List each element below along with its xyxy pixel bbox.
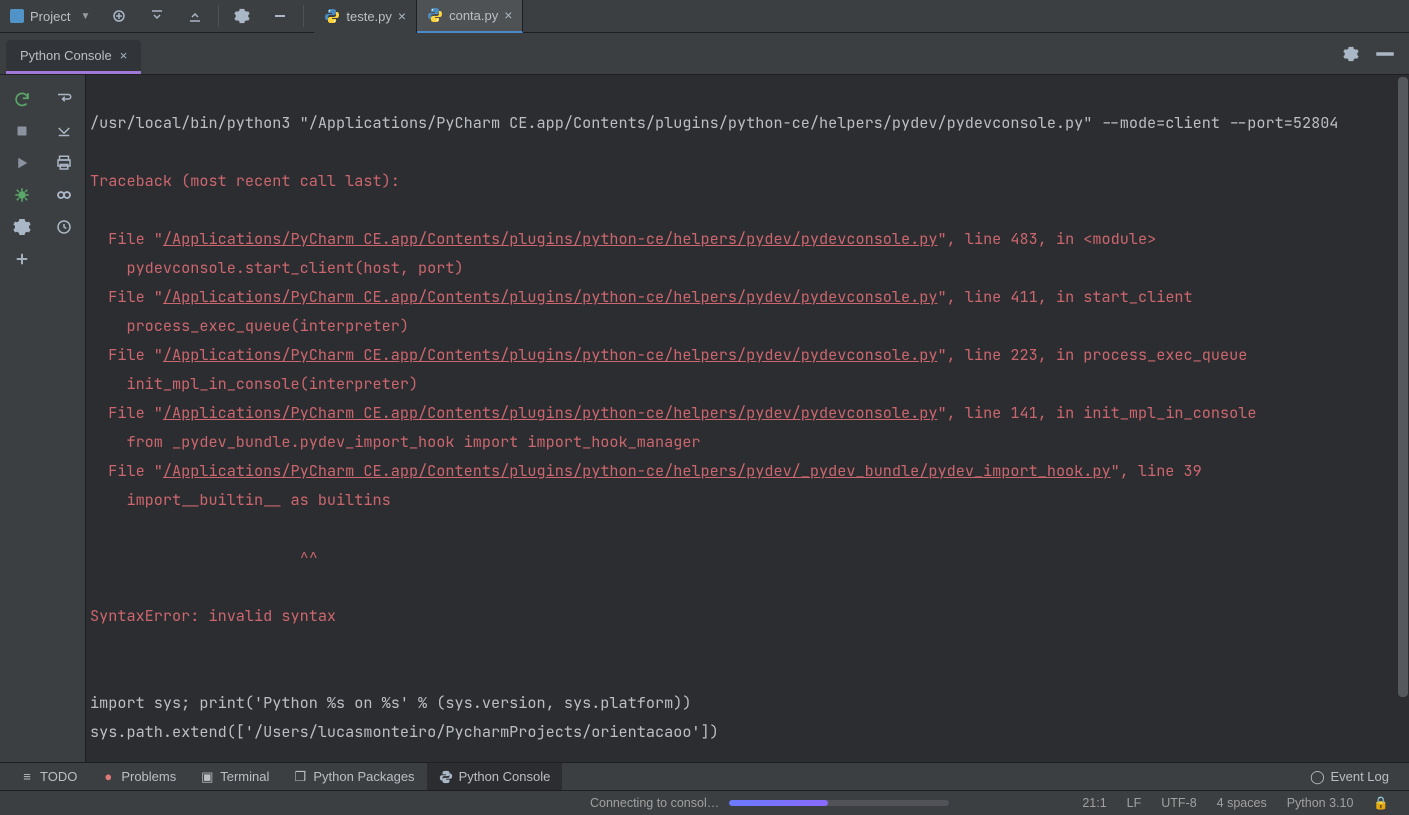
toolbar-icon-group [100, 0, 299, 33]
rerun-icon[interactable] [8, 85, 36, 113]
show-variables-icon[interactable] [50, 181, 78, 209]
tool-tab-python-console-bottom[interactable]: Python Console [427, 763, 563, 790]
tool-tab-problems[interactable]: ● Problems [89, 763, 188, 790]
traceback-file-link[interactable]: /Applications/PyCharm CE.app/Contents/pl… [163, 460, 1111, 481]
close-icon[interactable]: × [120, 48, 128, 63]
python-icon [439, 770, 453, 784]
editor-tab-label: conta.py [449, 8, 498, 23]
traceback-frame-file: File "/Applications/PyCharm CE.app/Conte… [90, 282, 1409, 311]
scroll-to-end-icon[interactable] [50, 117, 78, 145]
tool-tab-label: Python Console [459, 769, 551, 784]
status-bar: Connecting to consol… 21:1 LF UTF-8 4 sp… [0, 790, 1409, 815]
tool-tab-label: TODO [40, 769, 77, 784]
traceback-frame-code: from _pydev_bundle.pydev_import_hook imp… [90, 427, 1409, 456]
traceback-frame-file: File "/Applications/PyCharm CE.app/Conte… [90, 340, 1409, 369]
run-icon[interactable] [8, 149, 36, 177]
traceback-file-link[interactable]: /Applications/PyCharm CE.app/Contents/pl… [163, 228, 938, 249]
tool-tab-terminal[interactable]: ▣ Terminal [188, 763, 281, 790]
traceback-file-link[interactable]: /Applications/PyCharm CE.app/Contents/pl… [163, 402, 938, 423]
close-icon[interactable]: × [398, 9, 406, 23]
tool-tab-python-packages[interactable]: ❒ Python Packages [281, 763, 426, 790]
expand-down-icon[interactable] [138, 0, 176, 33]
traceback-frame-code: init_mpl_in_console(interpreter) [90, 369, 1409, 398]
chevron-down-icon: ▼ [80, 11, 90, 22]
editor-tab-label: teste.py [346, 9, 392, 24]
traceback-frame-code: pydevconsole.start_client(host, port) [90, 253, 1409, 282]
gear-icon[interactable] [223, 0, 261, 33]
python-file-icon [427, 7, 443, 23]
tool-tab-label: Python Packages [313, 769, 414, 784]
hide-icon[interactable] [1371, 40, 1399, 68]
console-output[interactable]: /usr/local/bin/python3 "/Applications/Py… [86, 75, 1409, 762]
status-caret-position[interactable]: 21:1 [1072, 796, 1116, 810]
gear-icon[interactable] [1337, 40, 1365, 68]
collapse-all-icon[interactable] [100, 0, 138, 33]
list-icon: ≡ [20, 770, 34, 784]
editor-tab-conta[interactable]: conta.py × [417, 0, 523, 33]
new-console-icon[interactable] [8, 245, 36, 273]
editor-tabs: teste.py × conta.py × [314, 0, 523, 33]
traceback-file-link[interactable]: /Applications/PyCharm CE.app/Contents/pl… [163, 344, 938, 365]
project-label: Project [30, 9, 70, 24]
tool-window-header: Python Console × [0, 33, 1409, 75]
traceback-frame-file: File "/Applications/PyCharm CE.app/Conte… [90, 398, 1409, 427]
soft-wrap-icon[interactable] [50, 85, 78, 113]
console-body: /usr/local/bin/python3 "/Applications/Py… [0, 75, 1409, 762]
status-indent[interactable]: 4 spaces [1207, 796, 1277, 810]
close-icon[interactable]: × [504, 8, 512, 22]
scrollbar-thumb[interactable] [1398, 77, 1408, 697]
settings-gear-icon[interactable] [8, 213, 36, 241]
editor-tab-teste[interactable]: teste.py × [314, 0, 417, 33]
left-gutter-outer [0, 75, 43, 762]
print-icon[interactable] [50, 149, 78, 177]
tool-tab-label: Event Log [1330, 769, 1389, 784]
traceback-frame-file: File "/Applications/PyCharm CE.app/Conte… [90, 456, 1409, 485]
history-icon[interactable] [50, 213, 78, 241]
tool-tab-todo[interactable]: ≡ TODO [8, 763, 89, 790]
tool-tab-python-console[interactable]: Python Console × [6, 40, 141, 74]
event-log-icon: ◯ [1310, 770, 1324, 784]
warning-icon: ● [101, 770, 115, 784]
separator [303, 5, 304, 27]
tool-tab-label: Python Console [20, 48, 112, 63]
status-python-interpreter[interactable]: Python 3.10 [1277, 796, 1364, 810]
console-line [90, 659, 1409, 688]
console-line: import sys; print('Python %s on %s' % (s… [90, 688, 1409, 717]
bottom-tool-bar: ≡ TODO ● Problems ▣ Terminal ❒ Python Pa… [0, 762, 1409, 790]
traceback-frame-code: process_exec_queue(interpreter) [90, 311, 1409, 340]
left-gutter-inner [43, 75, 86, 762]
syntax-error-line: SyntaxError: invalid syntax [90, 601, 1409, 630]
debug-icon[interactable] [8, 181, 36, 209]
project-icon [10, 9, 24, 23]
progress-bar[interactable] [729, 800, 949, 806]
console-line [90, 746, 1409, 762]
tool-tab-label: Terminal [220, 769, 269, 784]
terminal-icon: ▣ [200, 770, 214, 784]
tool-tab-event-log[interactable]: ◯ Event Log [1298, 763, 1401, 790]
traceback-header: Traceback (most recent call last): [90, 166, 1409, 195]
traceback-frame-code: import__builtin__ as builtins [90, 485, 1409, 514]
traceback-file-link[interactable]: /Applications/PyCharm CE.app/Contents/pl… [163, 286, 938, 307]
python-file-icon [324, 8, 340, 24]
tool-tab-label: Problems [121, 769, 176, 784]
status-progress: Connecting to consol… [590, 796, 949, 810]
separator [218, 5, 219, 27]
project-dropdown[interactable]: Project ▼ [0, 0, 100, 32]
minimize-icon[interactable] [261, 0, 299, 33]
traceback-caret: ^^ [90, 543, 1409, 572]
expand-up-icon[interactable] [176, 0, 214, 33]
status-line-separator[interactable]: LF [1117, 796, 1152, 810]
traceback-frame-file: File "/Applications/PyCharm CE.app/Conte… [90, 224, 1409, 253]
status-connecting-label: Connecting to consol… [590, 796, 719, 810]
lock-icon[interactable]: 🔒 [1363, 796, 1399, 811]
packages-icon: ❒ [293, 770, 307, 784]
stop-icon[interactable] [8, 117, 36, 145]
console-command-line: /usr/local/bin/python3 "/Applications/Py… [90, 108, 1409, 137]
status-encoding[interactable]: UTF-8 [1151, 796, 1206, 810]
console-line: sys.path.extend(['/Users/lucasmonteiro/P… [90, 717, 1409, 746]
top-toolbar: Project ▼ teste.py × conta.py × [0, 0, 1409, 33]
